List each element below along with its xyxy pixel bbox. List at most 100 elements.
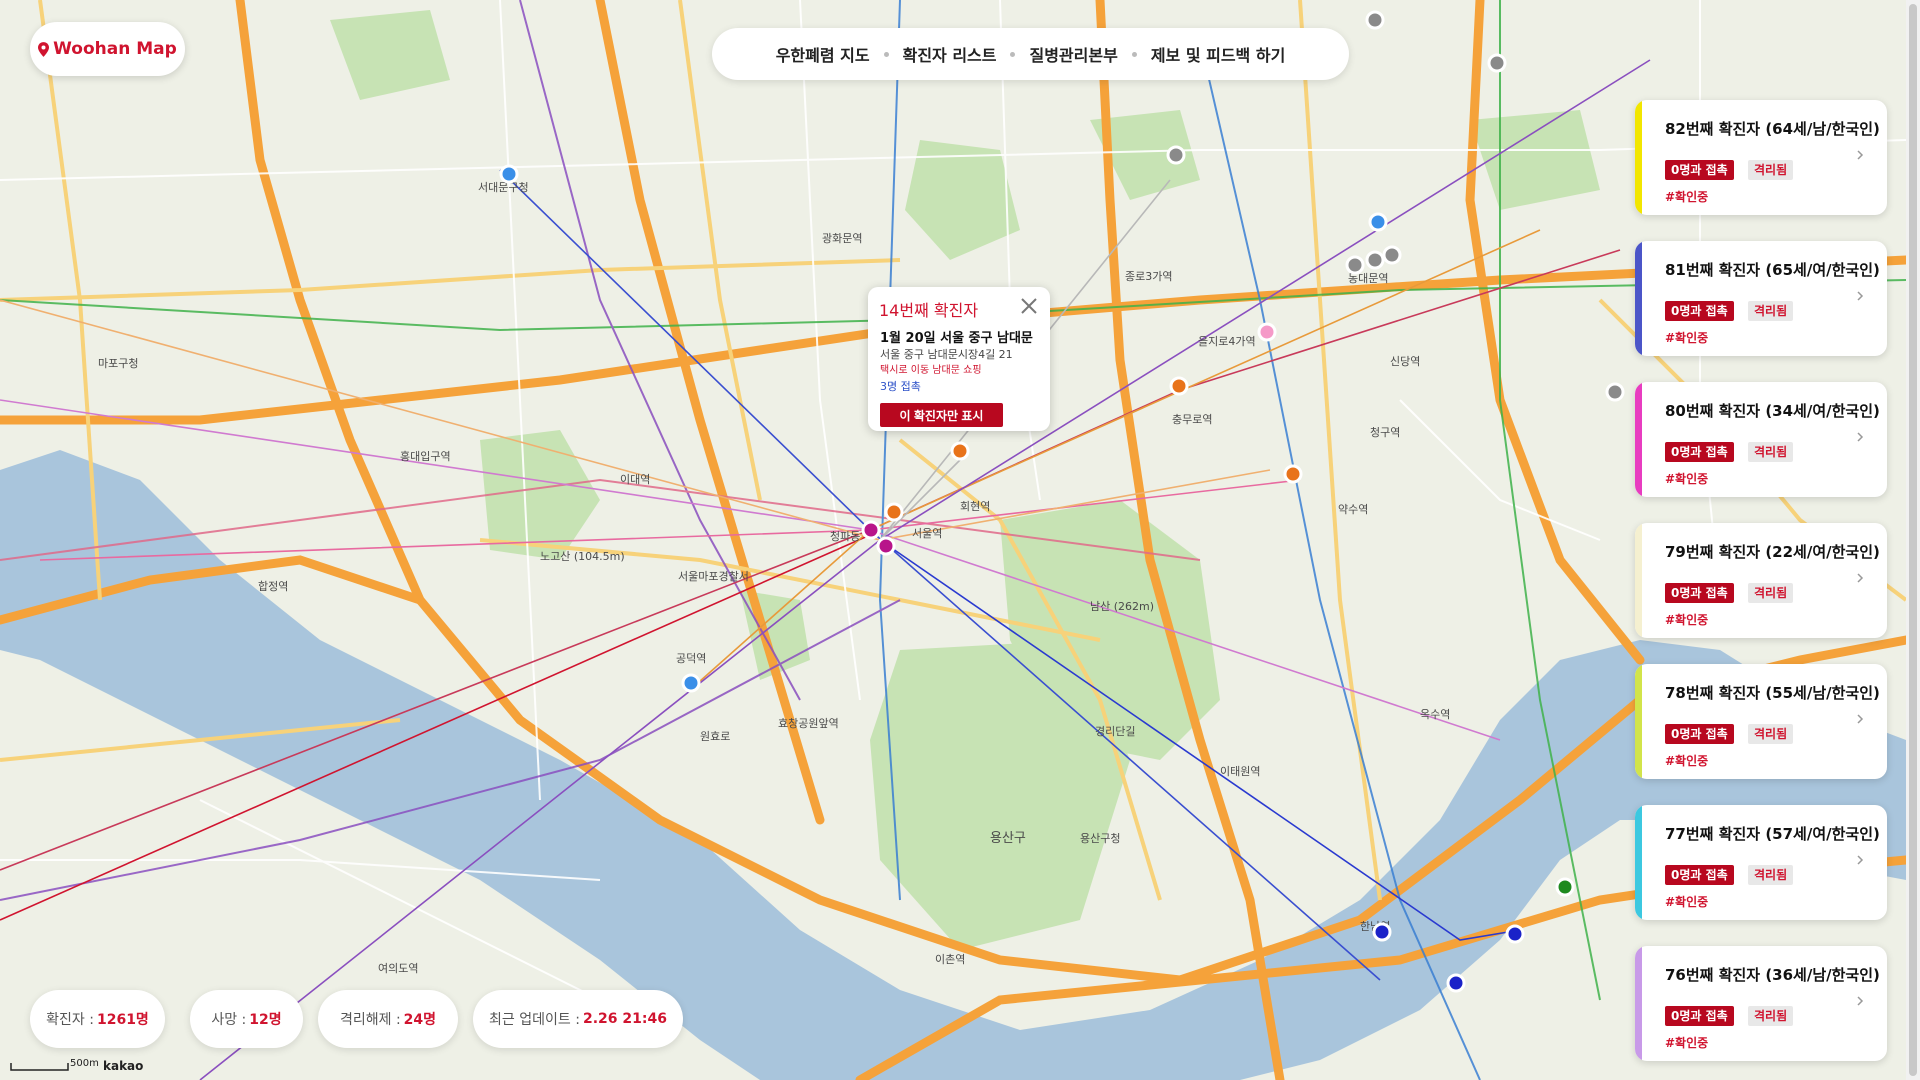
svg-text:공덕역: 공덕역 [676,652,706,665]
case-marker [499,164,519,184]
svg-text:서울마포경찰서: 서울마포경찰서 [678,570,749,583]
popup-contacts: 3명 접촉 [880,380,921,393]
chevron-right-icon [1857,291,1864,301]
logo[interactable]: Woohan Map [30,22,185,76]
svg-text:청파동: 청파동 [830,530,860,543]
card-tag: #확인중 [1665,472,1709,486]
case-marker [1365,10,1385,30]
card-tag: #확인중 [1665,895,1709,909]
card-title: 76번째 확진자 (36세/남/한국인) [1665,966,1880,984]
card-tag: #확인중 [1665,613,1709,627]
svg-text:광화문역: 광화문역 [822,232,862,245]
chevron-right-icon [1857,714,1864,724]
chevron-right-icon [1857,996,1864,1006]
svg-text:충무로역: 충무로역 [1172,413,1212,426]
stat-label: 최근 업데이트 : [489,1012,580,1028]
case-card[interactable]: 78번째 확진자 (55세/남/한국인) 0명과 접촉 격리됨 #확인중 [1635,664,1887,779]
svg-text:남산 (262m): 남산 (262m) [1090,600,1154,613]
contact-badge: 0명과 접촉 [1665,301,1734,321]
svg-text:종로3가역: 종로3가역 [1125,270,1172,283]
case-marker [884,502,904,522]
case-marker [876,536,896,556]
case-card[interactable]: 79번째 확진자 (22세/여/한국인) 0명과 접촉 격리됨 #확인중 [1635,523,1887,638]
case-marker [1382,245,1402,265]
popup-title: 14번째 확진자 [879,301,979,320]
svg-text:용산구청: 용산구청 [1080,832,1120,845]
status-badge: 격리됨 [1748,583,1794,603]
nav-item-case-list[interactable]: 확진자 리스트 [889,42,1011,66]
close-icon[interactable] [1018,295,1040,317]
contact-badge: 0명과 접촉 [1665,442,1734,462]
svg-text:용산구: 용산구 [990,831,1026,846]
stat-released: 격리해제 : 24명 [318,990,458,1048]
svg-text:이태원역: 이태원역 [1220,765,1260,778]
card-accent [1635,946,1642,1061]
case-card[interactable]: 80번째 확진자 (34세/여/한국인) 0명과 접촉 격리됨 #확인중 [1635,382,1887,497]
page-scrollbar[interactable] [1906,0,1920,1080]
map-pin-icon [38,41,50,57]
card-tag: #확인중 [1665,1036,1709,1050]
case-marker [1169,376,1189,396]
case-marker [1372,922,1392,942]
stat-label: 확진자 : [46,1012,94,1028]
svg-text:효창공원앞역: 효창공원앞역 [778,717,839,730]
show-only-this-case-button[interactable]: 이 확진자만 표시 [880,403,1003,427]
case-marker [1505,924,1525,944]
case-marker [950,441,970,461]
nav-item-map[interactable]: 우한폐렴 지도 [762,42,884,66]
case-marker [681,673,701,693]
case-marker [1365,250,1385,270]
svg-text:회현역: 회현역 [960,500,990,513]
stat-value: 12명 [249,1012,282,1028]
svg-text:원효로: 원효로 [700,730,730,743]
card-accent [1635,805,1642,920]
card-tag: #확인중 [1665,331,1709,345]
status-badge: 격리됨 [1748,724,1794,744]
status-badge: 격리됨 [1748,865,1794,885]
contact-badge: 0명과 접촉 [1665,583,1734,603]
chevron-right-icon [1857,432,1864,442]
svg-text:을지로4가역: 을지로4가역 [1198,335,1256,348]
card-title: 82번째 확진자 (64세/남/한국인) [1665,120,1880,138]
svg-text:노고산 (104.5m): 노고산 (104.5m) [540,550,625,563]
card-tag: #확인중 [1665,754,1709,768]
card-title: 77번째 확진자 (57세/여/한국인) [1665,825,1880,843]
case-card[interactable]: 76번째 확진자 (36세/남/한국인) 0명과 접촉 격리됨 #확인중 [1635,946,1887,1061]
chevron-right-icon [1857,573,1864,583]
case-marker [1555,877,1575,897]
case-card[interactable]: 82번째 확진자 (64세/남/한국인) 0명과 접촉 격리됨 #확인중 [1635,100,1887,215]
logo-text: Woohan Map [53,39,177,59]
stat-confirmed: 확진자 : 1261명 [30,990,165,1048]
chevron-right-icon [1857,150,1864,160]
case-marker [1257,322,1277,342]
case-marker [1605,382,1625,402]
contact-badge: 0명과 접촉 [1665,160,1734,180]
case-marker [861,520,881,540]
case-card[interactable]: 81번째 확진자 (65세/여/한국인) 0명과 접촉 격리됨 #확인중 [1635,241,1887,356]
contact-badge: 0명과 접촉 [1665,865,1734,885]
case-marker [1283,464,1303,484]
svg-text:여의도역: 여의도역 [378,962,418,975]
card-accent [1635,241,1642,356]
map-canvas[interactable]: 서대문구청 마포구청 서울역 회현역 용산구청 남산 (262m) 용산구 이촌… [0,0,1920,1080]
stat-value: 1261명 [96,1012,149,1028]
top-nav: 우한폐렴 지도 확진자 리스트 질병관리본부 제보 및 피드백 하기 [712,28,1349,80]
nav-item-feedback[interactable]: 제보 및 피드백 하기 [1137,42,1299,66]
svg-text:경리단길: 경리단길 [1095,725,1135,738]
svg-text:이대역: 이대역 [620,473,650,486]
case-card[interactable]: 77번째 확진자 (57세/여/한국인) 0명과 접촉 격리됨 #확인중 [1635,805,1887,920]
map-attribution: kakao [103,1059,144,1073]
stat-deaths: 사망 : 12명 [190,990,303,1048]
svg-text:서대문구청: 서대문구청 [478,181,529,194]
contact-badge: 0명과 접촉 [1665,724,1734,744]
popup-date-place: 1월 20일 서울 중구 남대문 [880,331,1033,346]
scale-label: 500m [70,1058,99,1069]
nav-item-kcdc[interactable]: 질병관리본부 [1015,42,1131,66]
card-accent [1635,523,1642,638]
case-marker [1487,53,1507,73]
case-marker [1345,255,1365,275]
svg-text:합정역: 합정역 [258,580,288,593]
stat-value: 24명 [403,1012,437,1028]
svg-text:서울역: 서울역 [912,527,942,540]
scrollbar-thumb[interactable] [1909,4,1917,1076]
